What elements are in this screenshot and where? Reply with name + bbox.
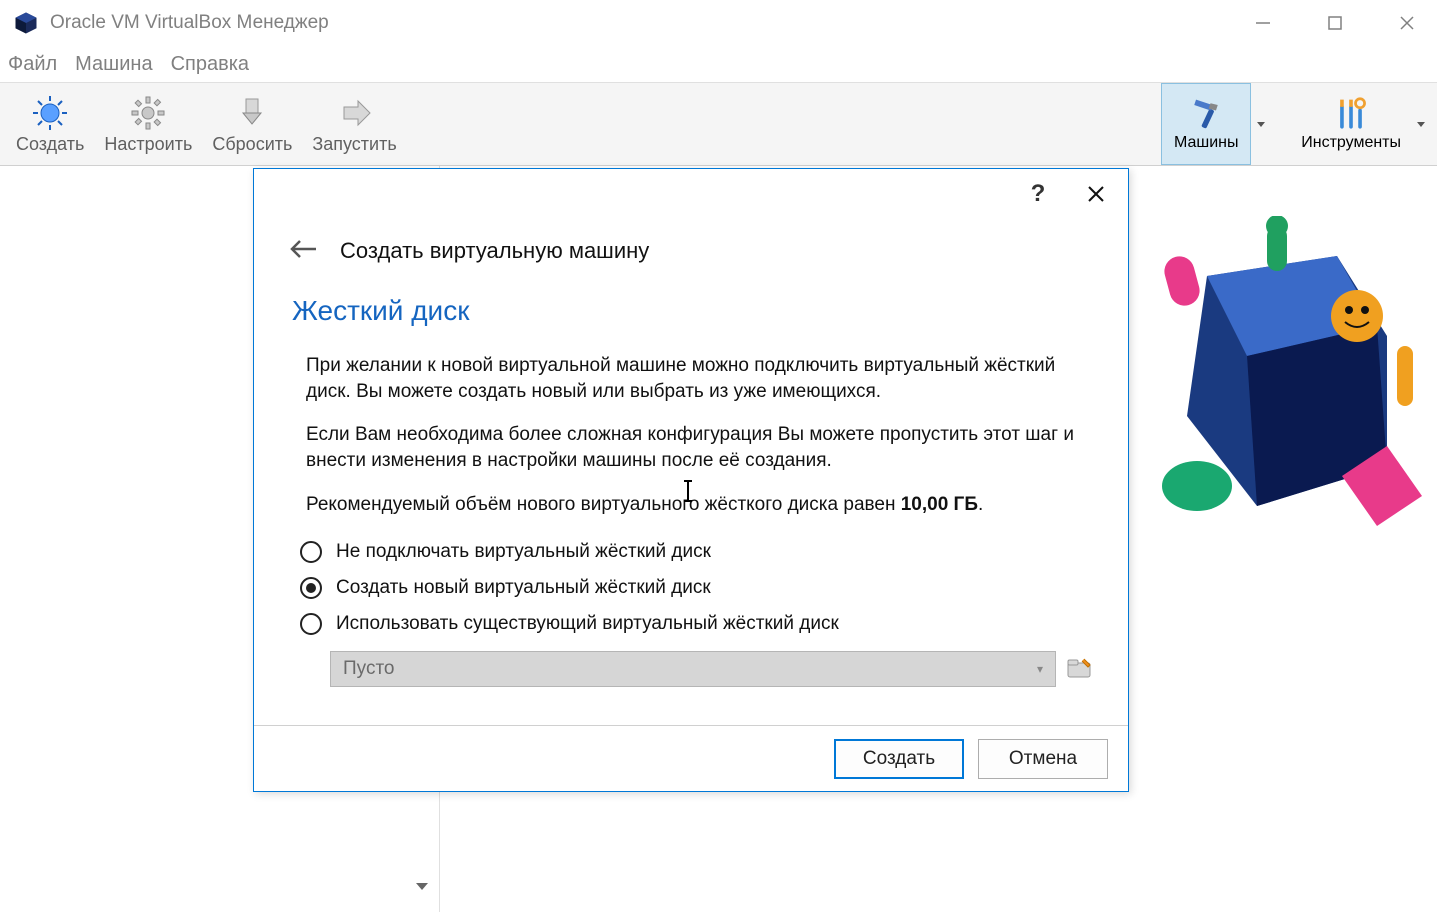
maximize-button[interactable] bbox=[1317, 5, 1353, 41]
radio-icon bbox=[300, 613, 322, 635]
toolbar-create-button[interactable]: Создать bbox=[6, 83, 94, 165]
create-button[interactable]: Создать bbox=[834, 739, 964, 779]
hammer-icon bbox=[1187, 96, 1225, 134]
create-button-label: Создать bbox=[863, 748, 935, 770]
existing-disk-select: Пусто ▾ bbox=[330, 651, 1056, 687]
breadcrumb-title: Создать виртуальную машину bbox=[340, 238, 649, 264]
description-2: Если Вам необходима более сложная конфиг… bbox=[306, 422, 1094, 473]
radio-no-disk[interactable]: Не подключать виртуальный жёсткий диск bbox=[300, 541, 1094, 563]
desc3-bold: 10,00 ГБ bbox=[901, 494, 978, 515]
sun-new-icon bbox=[31, 94, 69, 132]
radio-icon bbox=[300, 541, 322, 563]
start-arrow-icon bbox=[336, 94, 374, 132]
window-controls bbox=[1245, 5, 1425, 41]
app-icon bbox=[12, 9, 40, 37]
gear-icon bbox=[129, 94, 167, 132]
toolbar-start-button[interactable]: Запустить bbox=[302, 83, 406, 165]
minimize-button[interactable] bbox=[1245, 5, 1281, 41]
radio-create-disk-label: Создать новый виртуальный жёсткий диск bbox=[336, 577, 711, 599]
help-button[interactable]: ? bbox=[1024, 180, 1052, 208]
description-1: При желании к новой виртуальной машине м… bbox=[306, 353, 1094, 404]
radio-create-disk[interactable]: Создать новый виртуальный жёсткий диск bbox=[300, 577, 1094, 599]
select-caret-icon: ▾ bbox=[1037, 662, 1043, 676]
toolbar: Создать Настроить Сбр bbox=[0, 82, 1437, 166]
dialog-footer: Создать Отмена bbox=[254, 725, 1128, 791]
title-bar: Oracle VM VirtualBox Менеджер bbox=[0, 0, 1437, 46]
menu-file[interactable]: Файл bbox=[8, 53, 57, 76]
description-3: Рекомендуемый объём нового виртуального … bbox=[306, 492, 1094, 518]
create-vm-dialog: ? Создать виртуальную машину Жесткий дис… bbox=[253, 168, 1129, 792]
desc3-suffix: . bbox=[978, 494, 983, 515]
dialog-header: ? bbox=[254, 169, 1128, 219]
existing-disk-select-row: Пусто ▾ bbox=[330, 651, 1094, 687]
browse-disk-button[interactable] bbox=[1066, 657, 1094, 681]
disk-options-radio-group: Не подключать виртуальный жёсткий диск С… bbox=[300, 541, 1094, 635]
radio-icon-selected bbox=[300, 577, 322, 599]
toolbar-discard-label: Сбросить bbox=[212, 134, 292, 155]
radio-existing-disk-label: Использовать существующий виртуальный жё… bbox=[336, 613, 839, 635]
breadcrumb: Создать виртуальную машину bbox=[288, 235, 1094, 267]
menu-help[interactable]: Справка bbox=[171, 53, 249, 76]
existing-disk-select-value: Пусто bbox=[343, 658, 395, 680]
discard-icon bbox=[233, 94, 271, 132]
toolbar-tools-button[interactable]: Инструменты bbox=[1291, 83, 1411, 165]
virtualbox-logo-illustration bbox=[1127, 216, 1427, 546]
close-button[interactable] bbox=[1389, 5, 1425, 41]
window-title: Oracle VM VirtualBox Менеджер bbox=[50, 12, 1245, 34]
toolbar-start-label: Запустить bbox=[312, 134, 396, 155]
tools-icon bbox=[1332, 96, 1370, 134]
toolbar-settings-button[interactable]: Настроить bbox=[94, 83, 202, 165]
tools-dropdown-chevron[interactable] bbox=[1411, 83, 1431, 165]
toolbar-discard-button[interactable]: Сбросить bbox=[202, 83, 302, 165]
section-title: Жесткий диск bbox=[292, 295, 1094, 327]
sidebar-dropdown-chevron[interactable] bbox=[411, 875, 433, 902]
toolbar-tools-label: Инструменты bbox=[1301, 134, 1401, 152]
menu-bar: Файл Машина Справка bbox=[0, 46, 1437, 82]
menu-machine[interactable]: Машина bbox=[75, 53, 152, 76]
toolbar-machines-button[interactable]: Машины bbox=[1161, 83, 1251, 165]
dialog-close-button[interactable] bbox=[1082, 180, 1110, 208]
desc3-prefix: Рекомендуемый объём нового виртуального … bbox=[306, 494, 901, 515]
toolbar-settings-label: Настроить bbox=[104, 134, 192, 155]
toolbar-machines-label: Машины bbox=[1174, 134, 1239, 152]
radio-existing-disk[interactable]: Использовать существующий виртуальный жё… bbox=[300, 613, 1094, 635]
machines-dropdown-chevron[interactable] bbox=[1251, 83, 1271, 165]
cancel-button-label: Отмена bbox=[1009, 748, 1077, 770]
radio-no-disk-label: Не подключать виртуальный жёсткий диск bbox=[336, 541, 711, 563]
cancel-button[interactable]: Отмена bbox=[978, 739, 1108, 779]
back-arrow-icon[interactable] bbox=[288, 235, 318, 267]
toolbar-create-label: Создать bbox=[16, 134, 84, 155]
